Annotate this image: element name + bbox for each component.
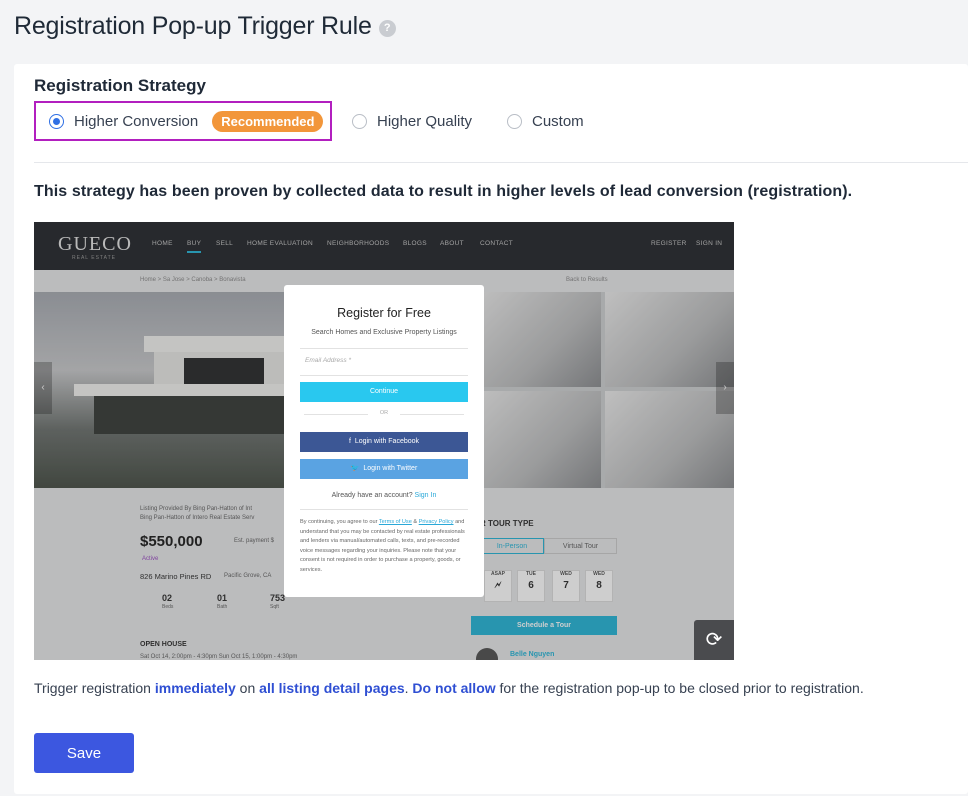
strategy-description: This strategy has been proven by collect… (34, 183, 853, 200)
save-button[interactable]: Save (34, 733, 134, 773)
modal-privacy-link: Privacy Policy (418, 519, 454, 525)
trigger-rule-text: Trigger registration immediately on all … (34, 680, 864, 696)
trigger-where: all listing detail pages (259, 680, 405, 696)
modal-email-field: Email Address * (300, 348, 468, 376)
modal-facebook-button: f Login with Facebook (300, 432, 468, 452)
section-title: Registration Strategy (34, 76, 206, 95)
modal-continue-button: Continue (300, 382, 468, 402)
radio-button[interactable] (507, 113, 522, 129)
modal-twitter-button: 🐦 Login with Twitter (300, 459, 468, 479)
radio-higher-quality[interactable]: Higher Quality (352, 101, 472, 141)
refresh-icon[interactable]: ⟳ (694, 620, 734, 660)
modal-legal-text: By continuing, you agree to our Terms of… (300, 519, 465, 573)
recommended-badge: Recommended (212, 110, 324, 132)
page-title: Registration Pop-up Trigger Rule ? (14, 12, 396, 41)
preview-screenshot: GUECO REAL ESTATE HOME BUY SELL HOME EVA… (34, 222, 734, 660)
radio-custom[interactable]: Custom (507, 101, 584, 141)
twitter-icon: 🐦 (350, 465, 360, 472)
radio-higher-conversion[interactable]: Higher Conversion Recommended (34, 101, 332, 141)
modal-signin-link: Sign In (414, 492, 437, 499)
radio-label: Higher Quality (377, 112, 473, 130)
modal-or-divider: OR (300, 410, 468, 416)
divider (34, 162, 968, 163)
preview-register-modal: Register for Free Search Homes and Exclu… (284, 285, 484, 597)
strategy-radio-group: Higher Conversion Recommended Higher Qua… (34, 101, 968, 141)
modal-facebook-label: Login with Facebook (354, 438, 420, 445)
modal-subtitle: Search Homes and Exclusive Property List… (311, 329, 457, 336)
radio-button[interactable] (352, 113, 367, 129)
modal-terms-link: Terms of Use (378, 519, 412, 525)
facebook-icon: f (348, 438, 351, 445)
radio-label: Custom (532, 112, 584, 130)
radio-button-checked[interactable] (49, 113, 64, 129)
trigger-close-rule: Do not allow (412, 680, 496, 696)
modal-have-account: Already have an account? (331, 492, 413, 499)
radio-label: Higher Conversion (74, 112, 199, 130)
modal-title: Register for Free (337, 306, 431, 320)
trigger-when: immediately (154, 680, 236, 696)
page-title-text: Registration Pop-up Trigger Rule (14, 12, 372, 40)
settings-card: Registration Strategy Higher Conversion … (14, 64, 968, 794)
modal-twitter-label: Login with Twitter (363, 465, 418, 472)
modal-signin-line: Already have an account? Sign In (284, 492, 484, 499)
help-icon[interactable]: ? (378, 20, 396, 37)
modal-separator (300, 509, 468, 510)
